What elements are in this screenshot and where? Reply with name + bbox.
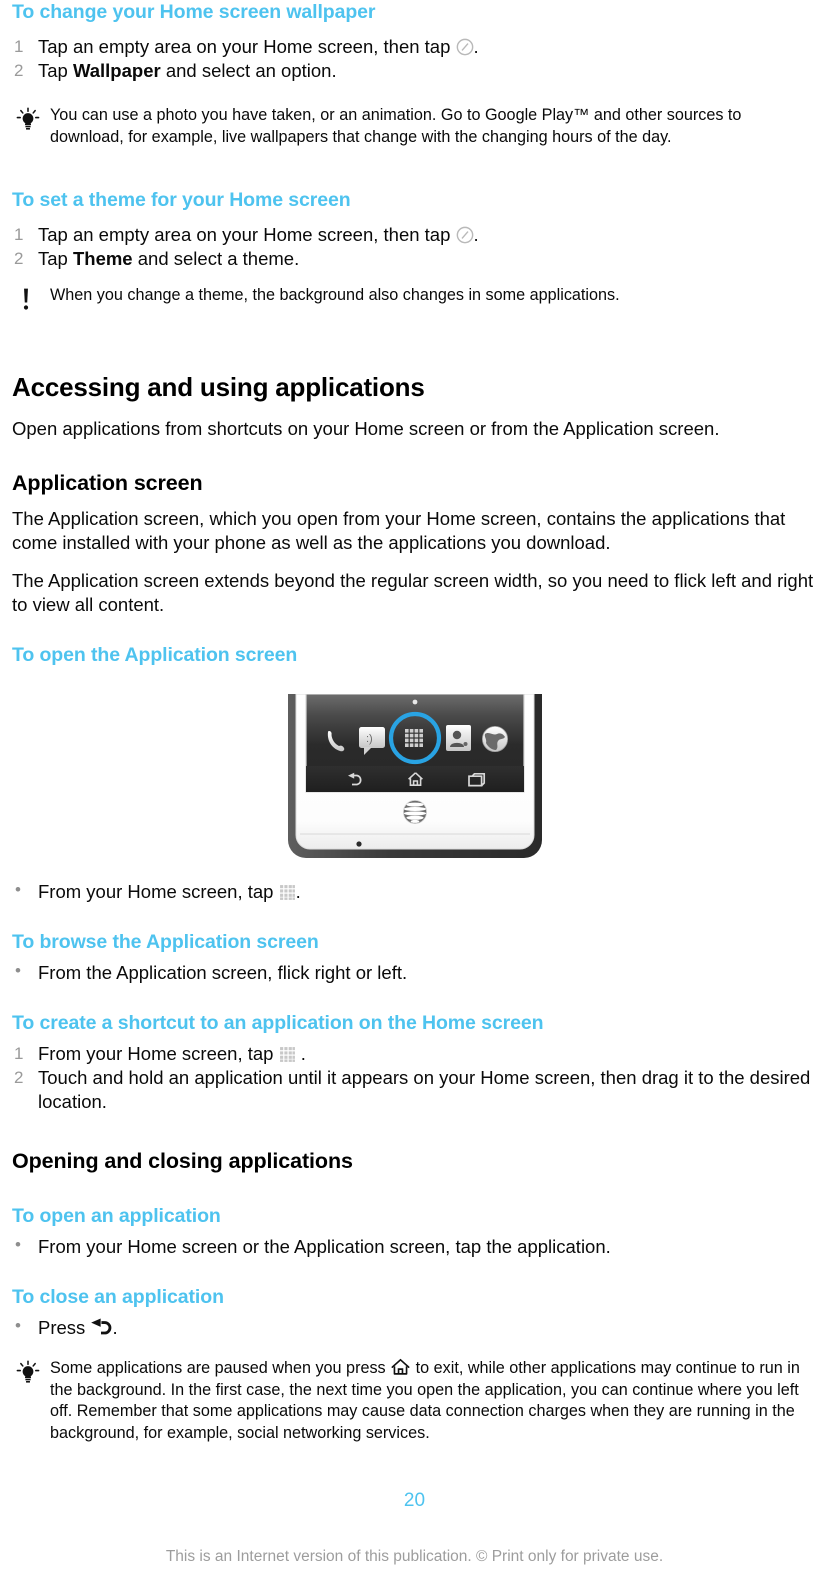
bullet-text: Press . (38, 1317, 118, 1339)
heading-create-shortcut: To create a shortcut to an application o… (12, 1012, 544, 1035)
step-text: Tap an empty area on your Home screen, t… (38, 224, 479, 246)
svg-text::): :) (366, 733, 373, 745)
chapter-title: Accessing and using applications (12, 372, 425, 403)
heading-browse-application-screen: To browse the Application screen (12, 931, 319, 954)
bullet-close-application: • Press . (12, 1316, 817, 1340)
tip-block-closing: Some applications are paused when you pr… (12, 1358, 817, 1444)
circle-slash-icon (456, 38, 474, 56)
tip-text: Some applications are paused when you pr… (50, 1358, 800, 1442)
steps-change-wallpaper: 1 Tap an empty area on your Home screen,… (12, 35, 817, 83)
step-number: 2 (14, 249, 24, 269)
bullet-text: From the Application screen, flick right… (38, 962, 408, 984)
step-item: 1 Tap an empty area on your Home screen,… (12, 35, 817, 59)
heading-change-wallpaper: To change your Home screen wallpaper (12, 1, 376, 23)
step-bold-term: Wallpaper (72, 60, 161, 81)
xperia-phone-home-screen: :) (286, 693, 544, 862)
tip-block-wallpaper: You can use a photo you have taken, or a… (12, 105, 817, 148)
step-item: 1 Tap an empty area on your Home screen,… (12, 223, 817, 247)
step-item: 1 From your Home screen, tap . (12, 1042, 817, 1066)
circle-slash-icon (456, 226, 474, 244)
bullet-dot: • (15, 961, 21, 981)
step-item: 2 Tap Theme and select a theme. (12, 247, 817, 271)
chapter-intro: Open applications from shortcuts on your… (12, 418, 720, 440)
step-item: 2 Tap Wallpaper and select an option. (12, 59, 817, 83)
step-text: Tap Wallpaper and select an option. (38, 60, 337, 81)
phone-illustration-wrap: :) (12, 693, 817, 862)
step-number: 2 (14, 61, 24, 80)
app-grid-icon (279, 884, 296, 901)
note-block-theme: When you change a theme, the background … (12, 285, 817, 318)
step-number: 1 (14, 225, 24, 245)
heading-open-application: To open an application (12, 1205, 221, 1228)
lightbulb-tip-icon (12, 1358, 50, 1391)
note-text: When you change a theme, the background … (50, 286, 620, 305)
tip-text: You can use a photo you have taken, or a… (50, 106, 742, 146)
att-logo (402, 800, 427, 825)
heading-open-application-screen: To open the Application screen (12, 644, 298, 667)
bullet-browse-application-screen: • From the Application screen, flick rig… (12, 961, 817, 985)
step-number: 1 (14, 1044, 24, 1064)
steps-set-theme: 1 Tap an empty area on your Home screen,… (12, 223, 817, 271)
heading-close-application: To close an application (12, 1286, 224, 1309)
page-number: 20 (403, 1490, 426, 1511)
phone-navbar (305, 766, 524, 793)
bullet-dot: • (15, 880, 21, 900)
section-title-opening-closing: Opening and closing applications (12, 1148, 353, 1173)
step-text: From your Home screen, tap . (38, 1043, 306, 1065)
bullet-dot: • (15, 1316, 21, 1336)
bullet-text: From your Home screen, tap . (38, 881, 301, 903)
step-item: 2 Touch and hold an application until it… (12, 1066, 817, 1114)
section-title-application-screen: Application screen (12, 471, 203, 496)
bullet-open-application-screen: • From your Home screen, tap . (12, 880, 817, 904)
phone-svg: :) (287, 693, 542, 859)
app-grid-icon (279, 1046, 296, 1063)
bullet-open-application: • From your Home screen or the Applicati… (12, 1235, 817, 1259)
step-number: 1 (14, 36, 24, 56)
page-indicator-dot (412, 699, 417, 705)
step-bold-term: Theme (72, 248, 133, 270)
steps-create-shortcut: 1 From your Home screen, tap . 2 Touch a… (12, 1042, 817, 1114)
step-text: Tap Theme and select a theme. (38, 248, 300, 270)
bullet-text: From your Home screen or the Application… (38, 1236, 611, 1258)
exclamation-note-icon (12, 285, 50, 318)
footer-note: This is an Internet version of this publ… (165, 1548, 664, 1565)
application-screen-paragraph-1: The Application screen, which you open f… (12, 508, 786, 554)
lightbulb-tip-icon (12, 105, 50, 138)
heading-set-theme: To set a theme for your Home screen (12, 189, 351, 212)
home-icon (390, 1358, 411, 1376)
manual-page: To change your Home screen wallpaper 1 T… (0, 0, 829, 1590)
bullet-dot: • (15, 1235, 21, 1255)
step-number: 2 (14, 1068, 24, 1088)
contacts-icon (445, 725, 471, 752)
step-text: Tap an empty area on your Home screen, t… (38, 35, 479, 57)
back-arrow-icon (90, 1318, 112, 1338)
browser-globe-icon (481, 726, 508, 753)
step-text: Touch and hold an application until it a… (38, 1067, 811, 1113)
application-screen-paragraph-2: The Application screen extends beyond th… (12, 570, 814, 616)
microphone-hole (355, 841, 362, 847)
